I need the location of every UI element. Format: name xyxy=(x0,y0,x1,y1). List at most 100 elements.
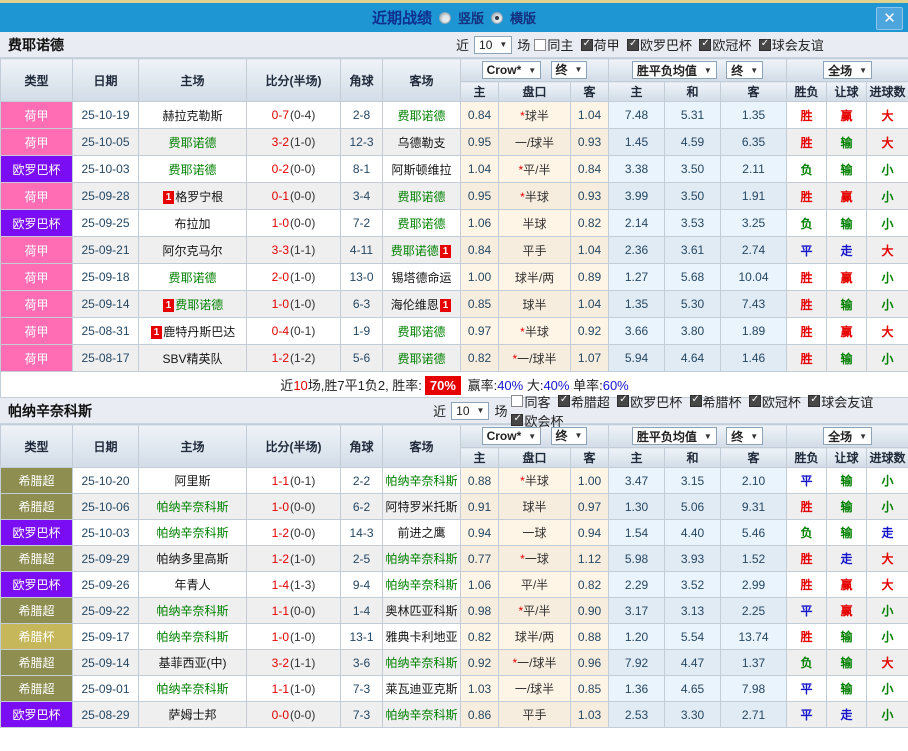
table-row: 欧罗巴杯 25-08-29 萨姆士邦 0-0(0-0) 7-3 帕纳辛奈科斯 0… xyxy=(0,701,908,728)
matches-table: 类型 日期 主场 比分(半场) 角球 客场 Crow* ▼ 终 ▼ 胜平负均值 ▼ 终… xyxy=(0,58,908,398)
odds-home: 0.91 xyxy=(460,493,499,520)
mean-final-select[interactable]: 终 ▼ xyxy=(726,61,764,79)
league-filter-checkbox[interactable] xyxy=(748,394,761,407)
league-type-badge: 希腊超 xyxy=(0,597,73,624)
league-filter[interactable]: 欧冠杯 xyxy=(746,392,801,411)
fullmatch-select[interactable]: 全场 ▼ xyxy=(823,61,872,79)
league-filter[interactable]: 同客 xyxy=(508,392,550,411)
odds-group-header: Crow* ▼ 终 ▼ xyxy=(460,424,609,448)
near-count-select[interactable]: 10 ▼ xyxy=(451,401,490,420)
corner-count: 2-5 xyxy=(340,545,383,572)
league-filter-checkbox[interactable] xyxy=(511,395,524,407)
filter-bar: 近 10▼ 场 同主 荷甲 欧罗巴杯 欧冠杯 球会友谊 xyxy=(455,35,825,54)
league-filter[interactable]: 欧罗巴杯 xyxy=(624,35,692,54)
layout-radio-horizontal-label[interactable]: 横版 xyxy=(510,8,536,27)
opponent-team-name: 格罗宁根 xyxy=(175,189,224,204)
close-button[interactable]: ✕ xyxy=(876,7,903,30)
league-filter[interactable]: 荷甲 xyxy=(578,35,620,54)
corner-count: 8-1 xyxy=(340,155,383,183)
table-row: 荷甲 25-08-17 SBV精英队 1-2(1-2) 5-6 费耶诺德 0.8… xyxy=(0,344,908,372)
opponent-team-name: 赫拉克勒斯 xyxy=(162,108,223,123)
result-winloss: 胜 xyxy=(786,545,828,572)
odds-away: 1.07 xyxy=(570,344,609,372)
result-group-header: 全场 ▼ xyxy=(786,58,908,82)
odds-home: 0.94 xyxy=(460,519,499,546)
league-filter-checkbox[interactable] xyxy=(580,38,593,51)
mean-home-odds: 1.45 xyxy=(608,128,665,156)
opponent-team-name: 帕纳多里高斯 xyxy=(156,552,229,566)
mean-draw-odds: 3.52 xyxy=(664,571,721,598)
league-filter-checkbox[interactable] xyxy=(699,38,712,51)
mean-source-select[interactable]: 胜平负均值 ▼ xyxy=(631,427,717,445)
odds-source-select[interactable]: Crow* ▼ xyxy=(481,61,542,80)
chevron-down-icon: ▼ xyxy=(528,65,537,75)
odds-final-select[interactable]: 终 ▼ xyxy=(550,60,588,79)
league-filter-checkbox[interactable] xyxy=(617,394,630,407)
league-filter-checkbox[interactable] xyxy=(808,394,821,407)
score-cell: 0-0(0-0) xyxy=(246,701,341,728)
match-date: 25-09-18 xyxy=(72,263,139,291)
handicap-cell: 平手 xyxy=(498,701,571,728)
league-filter-checkbox[interactable] xyxy=(758,38,771,51)
league-filter[interactable]: 球会友谊 xyxy=(756,35,824,54)
score-cell: 2-0(1-0) xyxy=(246,263,341,291)
away-team-cell: 费耶诺德 xyxy=(382,101,461,129)
result-winloss: 平 xyxy=(786,675,828,702)
league-filter-checkbox[interactable] xyxy=(534,38,547,51)
league-filter[interactable]: 球会友谊 xyxy=(805,392,873,411)
fullmatch-select[interactable]: 全场 ▼ xyxy=(823,427,872,445)
layout-radio-horizontal[interactable] xyxy=(491,11,503,24)
table-row: 希腊超 25-09-22 帕纳辛奈科斯 1-1(0-0) 1-4 奥林匹亚科斯 … xyxy=(0,597,908,624)
league-filter-checkbox[interactable] xyxy=(627,38,640,51)
col-corner: 角球 xyxy=(340,424,383,468)
league-type-badge: 欧罗巴杯 xyxy=(0,571,73,598)
fulltime-score: 1-0 xyxy=(271,499,289,514)
match-date: 25-10-05 xyxy=(72,128,139,156)
league-type-badge: 荷甲 xyxy=(0,236,73,264)
layout-radio-vertical-label[interactable]: 竖版 xyxy=(458,8,484,27)
mean-source-select[interactable]: 胜平负均值 ▼ xyxy=(631,61,717,79)
result-winloss: 胜 xyxy=(786,290,828,318)
focal-team-name: 帕纳辛奈科斯 xyxy=(156,682,229,696)
score-cell: 1-4(1-3) xyxy=(246,571,341,598)
odds-source-select[interactable]: Crow* ▼ xyxy=(481,427,542,446)
halftime-score: (0-0) xyxy=(290,707,316,722)
league-filter[interactable]: 欧冠杯 xyxy=(696,35,751,54)
league-filter[interactable]: 同主 xyxy=(531,35,573,54)
result-handicap: 输 xyxy=(826,519,868,546)
handicap-text: 半球 xyxy=(524,474,549,488)
layout-radio-vertical[interactable] xyxy=(438,11,451,24)
opponent-team-name: 阿里斯 xyxy=(174,474,211,488)
odds-final-select[interactable]: 终 ▼ xyxy=(550,426,588,445)
odds-home: 0.77 xyxy=(460,545,499,572)
result-handicap: 输 xyxy=(826,675,868,702)
league-filter-checkbox[interactable] xyxy=(511,413,524,426)
match-date: 25-09-21 xyxy=(72,236,139,264)
col-mean-home: 主 xyxy=(608,447,665,468)
mean-final-select[interactable]: 终 ▼ xyxy=(726,427,764,445)
result-goals: 走 xyxy=(866,519,908,546)
handicap-text: 半球 xyxy=(524,324,549,339)
league-filter-checkbox[interactable] xyxy=(557,394,570,407)
home-team-cell: 帕纳辛奈科斯 xyxy=(138,519,247,546)
odds-away: 1.03 xyxy=(570,701,609,728)
fulltime-score: 0-2 xyxy=(271,162,289,176)
mean-home-odds: 2.14 xyxy=(608,209,665,237)
mean-away-odds: 1.35 xyxy=(719,101,788,129)
league-filter[interactable]: 希腊超 xyxy=(555,392,610,411)
focal-team-name: 费耶诺德 xyxy=(397,189,446,204)
league-filter[interactable]: 欧罗巴杯 xyxy=(614,392,682,411)
handicap-cell: 平/半 xyxy=(498,571,571,598)
near-count-select[interactable]: 10 ▼ xyxy=(474,35,513,54)
league-filter[interactable]: 希腊杯 xyxy=(687,392,742,411)
league-filter-label: 球会友谊 xyxy=(771,38,824,53)
handicap-cell: *半球 xyxy=(498,182,571,210)
handicap-text: 平/半 xyxy=(523,604,551,618)
table-row: 荷甲 25-09-21 阿尔克马尔 3-3(1-1) 4-11 费耶诺德 1 0.… xyxy=(0,236,908,264)
result-goals: 小 xyxy=(866,701,908,728)
league-filter-checkbox[interactable] xyxy=(689,394,702,407)
halftime-score: (1-0) xyxy=(290,297,316,311)
handicap-text: 一/球半 xyxy=(514,135,555,150)
halftime-score: (1-0) xyxy=(290,551,316,566)
odds-home: 0.98 xyxy=(460,597,499,624)
